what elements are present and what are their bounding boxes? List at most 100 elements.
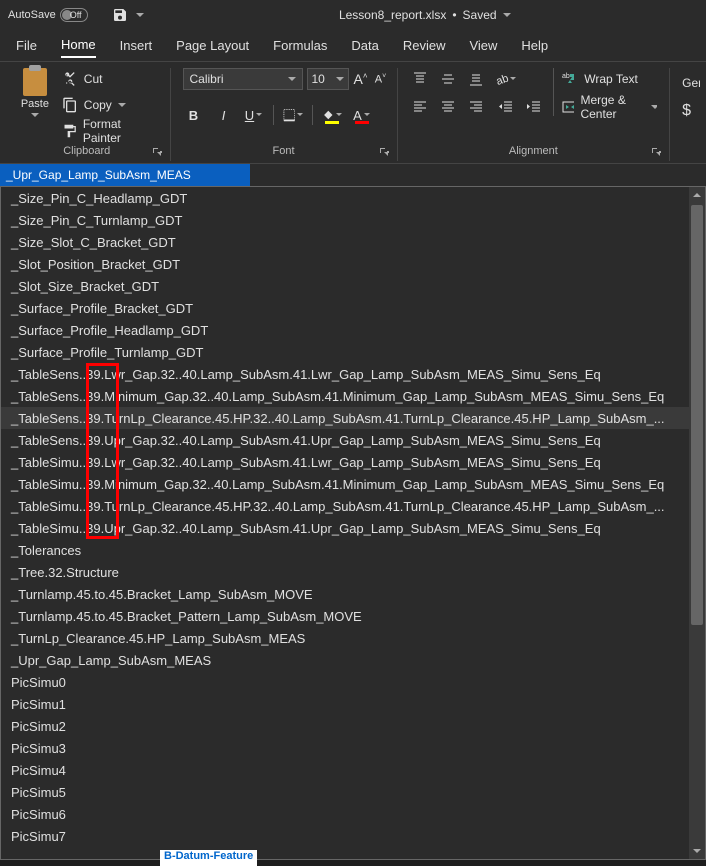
name-item[interactable]: _Surface_Profile_Headlamp_GDT (1, 319, 689, 341)
name-item[interactable]: _TableSimu..39.Upr_Gap.32..40.Lamp_SubAs… (1, 517, 689, 539)
tab-formulas[interactable]: Formulas (273, 34, 327, 57)
scissors-icon (62, 71, 78, 87)
name-item[interactable]: _TableSimu..39.TurnLp_Clearance.45.HP.32… (1, 495, 689, 517)
group-clipboard: Paste Cut Copy Format Painter Cli (6, 68, 168, 161)
align-bottom-button[interactable] (465, 68, 487, 90)
copy-button[interactable]: Copy (62, 94, 158, 116)
title-caret-icon[interactable] (503, 11, 511, 19)
name-item[interactable]: _Surface_Profile_Turnlamp_GDT (1, 341, 689, 363)
name-item[interactable]: PicSimu0 (1, 671, 689, 693)
svg-text:ab: ab (496, 73, 510, 86)
align-middle-button[interactable] (437, 68, 459, 90)
clipboard-dialog-launcher[interactable] (152, 147, 162, 157)
window-title: Lesson8_report.xlsx • Saved (152, 8, 698, 22)
paintbrush-icon (62, 123, 77, 139)
tab-review[interactable]: Review (403, 34, 446, 57)
tab-insert[interactable]: Insert (120, 34, 153, 57)
format-painter-button[interactable]: Format Painter (62, 120, 158, 142)
name-item[interactable]: _TableSens..39.Upr_Gap.32..40.Lamp_SubAs… (1, 429, 689, 451)
name-item[interactable]: PicSimu3 (1, 737, 689, 759)
tab-data[interactable]: Data (351, 34, 378, 57)
autosave-toggle[interactable]: AutoSave Off (8, 8, 104, 22)
fill-color-button[interactable] (321, 104, 343, 126)
font-size-caret-icon (336, 76, 344, 82)
autosave-state: Off (70, 10, 82, 20)
wrap-text-label: Wrap Text (584, 72, 638, 86)
cut-button[interactable]: Cut (62, 68, 158, 90)
borders-button[interactable] (282, 104, 304, 126)
increase-indent-button[interactable] (523, 96, 545, 118)
decrease-indent-button[interactable] (495, 96, 517, 118)
align-top-button[interactable] (409, 68, 431, 90)
name-item[interactable]: _TableSens..39.Lwr_Gap.32..40.Lamp_SubAs… (1, 363, 689, 385)
name-item[interactable]: PicSimu4 (1, 759, 689, 781)
format-painter-label: Format Painter (83, 117, 158, 145)
name-dropdown-list[interactable]: _Size_Pin_C_Headlamp_GDT_Size_Pin_C_Turn… (1, 187, 689, 859)
merge-center-label: Merge & Center (580, 93, 645, 121)
orientation-button[interactable]: ab (495, 68, 517, 90)
name-item[interactable]: _Size_Pin_C_Turnlamp_GDT (1, 209, 689, 231)
scroll-down-button[interactable] (689, 843, 705, 859)
title-bar: AutoSave Off Lesson8_report.xlsx • Saved (0, 0, 706, 30)
underline-button[interactable]: U (243, 104, 265, 126)
qat-caret-icon[interactable] (136, 11, 144, 19)
accounting-format-button[interactable]: $ (682, 102, 691, 120)
number-format-hint[interactable]: Gen (682, 76, 700, 90)
group-alignment: ab ab Wrap Text Merge & Center (399, 68, 667, 161)
decrease-font-button[interactable]: A˅ (373, 71, 389, 87)
name-box[interactable]: _Upr_Gap_Lamp_SubAsm_MEAS (0, 164, 250, 186)
copy-caret-icon[interactable] (118, 102, 126, 108)
name-item[interactable]: PicSimu2 (1, 715, 689, 737)
name-item[interactable]: _Slot_Size_Bracket_GDT (1, 275, 689, 297)
name-item[interactable]: _Size_Pin_C_Headlamp_GDT (1, 187, 689, 209)
scrollbar[interactable] (689, 187, 705, 859)
scroll-thumb[interactable] (691, 205, 703, 625)
name-item[interactable]: _Turnlamp.45.to.45.Bracket_Pattern_Lamp_… (1, 605, 689, 627)
font-color-button[interactable]: A (351, 104, 373, 126)
name-item[interactable]: PicSimu6 (1, 803, 689, 825)
save-icon[interactable] (112, 7, 128, 23)
name-item[interactable]: _Surface_Profile_Bracket_GDT (1, 297, 689, 319)
merge-caret-icon[interactable] (651, 104, 657, 110)
group-label-font: Font (183, 142, 385, 161)
name-item[interactable]: _Size_Slot_C_Bracket_GDT (1, 231, 689, 253)
font-dialog-launcher[interactable] (379, 147, 389, 157)
tab-help[interactable]: Help (521, 34, 548, 57)
name-item[interactable]: _TurnLp_Clearance.45.HP_Lamp_SubAsm_MEAS (1, 627, 689, 649)
name-item[interactable]: _Turnlamp.45.to.45.Bracket_Lamp_SubAsm_M… (1, 583, 689, 605)
tab-file[interactable]: File (16, 34, 37, 57)
align-right-button[interactable] (465, 96, 487, 118)
tab-view[interactable]: View (469, 34, 497, 57)
align-center-button[interactable] (437, 96, 459, 118)
alignment-dialog-launcher[interactable] (651, 147, 661, 157)
name-item[interactable]: PicSimu1 (1, 693, 689, 715)
name-item[interactable]: _Tolerances (1, 539, 689, 561)
wrap-text-button[interactable]: ab Wrap Text (562, 68, 657, 90)
bold-button[interactable]: B (183, 104, 205, 126)
italic-button[interactable]: I (213, 104, 235, 126)
paste-caret-icon[interactable] (31, 112, 39, 118)
name-item[interactable]: _TableSens..39.Minimum_Gap.32..40.Lamp_S… (1, 385, 689, 407)
name-item[interactable]: _TableSimu..39.Lwr_Gap.32..40.Lamp_SubAs… (1, 451, 689, 473)
scroll-up-button[interactable] (689, 187, 705, 203)
paste-button[interactable]: Paste (16, 68, 54, 118)
increase-font-button[interactable]: A˄ (353, 71, 369, 87)
name-item[interactable]: _TableSimu..39.Minimum_Gap.32..40.Lamp_S… (1, 473, 689, 495)
tab-page-layout[interactable]: Page Layout (176, 34, 249, 57)
group-label-alignment: Alignment (409, 142, 657, 161)
tab-home[interactable]: Home (61, 33, 96, 58)
name-item[interactable]: PicSimu5 (1, 781, 689, 803)
font-name-select[interactable]: Calibri (183, 68, 303, 90)
align-left-button[interactable] (409, 96, 431, 118)
name-dropdown: _Size_Pin_C_Headlamp_GDT_Size_Pin_C_Turn… (0, 186, 706, 860)
name-item[interactable]: PicSimu7 (1, 825, 689, 847)
name-item[interactable]: _Upr_Gap_Lamp_SubAsm_MEAS (1, 649, 689, 671)
name-item[interactable]: _Tree.32.Structure (1, 561, 689, 583)
cell-peek: B-Datum-Feature (160, 850, 257, 866)
ribbon-tabs: File Home Insert Page Layout Formulas Data Rev… (0, 30, 706, 62)
font-size-select[interactable]: 10 (307, 68, 349, 90)
name-item[interactable]: _TableSens..39.TurnLp_Clearance.45.HP.32… (1, 407, 689, 429)
merge-center-button[interactable]: Merge & Center (562, 96, 657, 118)
name-item[interactable]: _Slot_Position_Bracket_GDT (1, 253, 689, 275)
copy-label: Copy (84, 98, 112, 112)
